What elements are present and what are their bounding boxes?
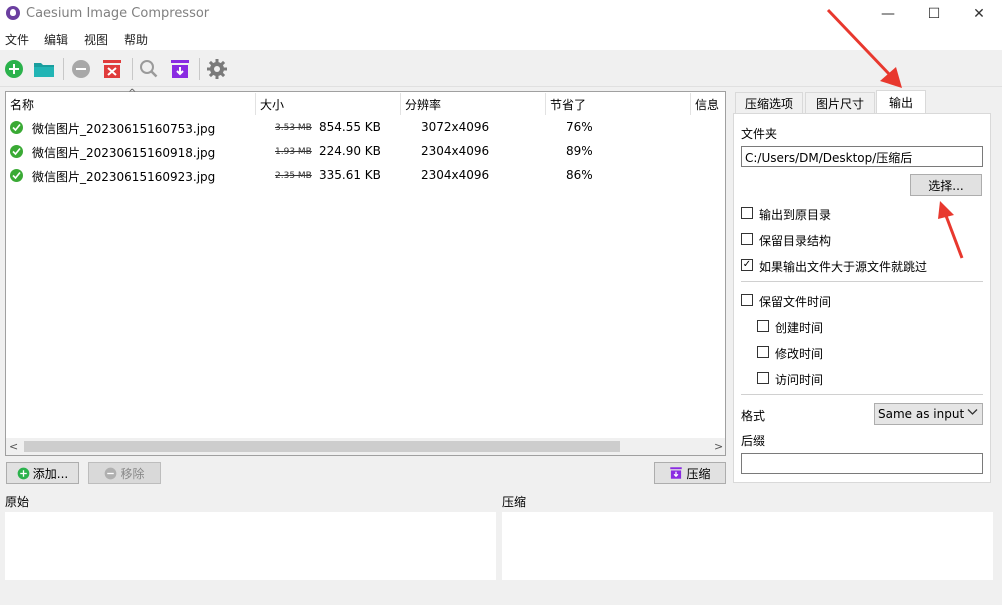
remove-button[interactable]: 移除 <box>88 462 161 484</box>
settings-icon[interactable] <box>205 57 229 81</box>
modified-date-label: 修改时间 <box>775 347 824 361</box>
resolution: 2304x4096 <box>421 144 490 158</box>
original-size: 2.35 MB <box>275 171 312 181</box>
original-preview <box>5 512 496 580</box>
skip-larger-label: 如果输出文件大于源文件就跳过 <box>759 260 928 274</box>
file-name: 微信图片_20230615160918.jpg <box>32 146 216 160</box>
tab-image-size[interactable]: 图片尺寸 <box>805 92 875 113</box>
column-header-size[interactable]: 大小 <box>260 96 284 113</box>
format-select-value: Same as input <box>878 407 965 421</box>
check-mark-icon: ✓ <box>742 259 752 270</box>
suffix-field[interactable] <box>741 453 983 474</box>
remove-button-label: 移除 <box>120 466 145 481</box>
compress-icon[interactable] <box>168 57 192 81</box>
toolbar-separator <box>199 58 200 80</box>
menu-help[interactable]: 帮助 <box>124 31 148 48</box>
annotation-arrow-to-choose-button <box>938 201 964 259</box>
suffix-label: 后缀 <box>741 434 766 448</box>
keep-structure-label: 保留目录结构 <box>759 234 832 248</box>
scroll-left-icon[interactable]: < <box>9 440 18 453</box>
success-check-icon <box>10 145 23 158</box>
compress-icon <box>670 467 683 479</box>
tab-compression-options[interactable]: 压缩选项 <box>735 92 803 113</box>
saved-percent: 76% <box>566 120 593 134</box>
column-header-info[interactable]: 信息 <box>695 96 719 113</box>
column-separator <box>545 93 546 115</box>
maximize-button[interactable]: ☐ <box>911 0 957 28</box>
skip-larger-checkbox[interactable]: ✓ <box>741 259 753 271</box>
success-check-icon <box>10 169 23 182</box>
keep-structure-checkbox[interactable] <box>741 233 753 245</box>
close-button[interactable]: ✕ <box>956 0 1002 28</box>
column-separator <box>690 93 691 115</box>
output-folder-field[interactable]: C:/Users/DM/Desktop/压缩后 <box>741 146 983 167</box>
saved-percent: 89% <box>566 144 593 158</box>
folder-icon[interactable] <box>32 57 56 81</box>
compressed-size: 224.90 KB <box>319 144 381 158</box>
column-header-saved[interactable]: 节省了 <box>550 96 586 113</box>
column-header-name[interactable]: 名称 <box>10 96 34 113</box>
annotation-arrow-to-output-tab <box>826 8 902 88</box>
menu-file[interactable]: 文件 <box>5 31 29 48</box>
format-label: 格式 <box>741 409 766 423</box>
divider <box>741 281 983 282</box>
original-preview-label: 原始 <box>5 495 30 509</box>
original-size: 1.93 MB <box>275 147 312 157</box>
scrollbar-thumb[interactable] <box>24 441 620 452</box>
folder-label: 文件夹 <box>741 127 778 141</box>
access-date-checkbox[interactable] <box>757 372 769 384</box>
add-icon <box>17 467 30 479</box>
original-size: 3.53 MB <box>275 123 312 133</box>
creation-date-checkbox[interactable] <box>757 320 769 332</box>
sort-indicator-icon: ^ <box>128 88 137 99</box>
keep-dates-checkbox[interactable] <box>741 294 753 306</box>
remove-icon[interactable] <box>69 57 93 81</box>
remove-icon <box>105 467 117 479</box>
column-header-resolution[interactable]: 分辨率 <box>405 96 441 113</box>
access-date-label: 访问时间 <box>775 373 824 387</box>
success-check-icon <box>10 121 23 134</box>
add-button-label: 添加... <box>32 466 69 481</box>
scroll-right-icon[interactable]: > <box>714 440 723 453</box>
resolution: 3072x4096 <box>421 120 490 134</box>
modified-date-checkbox[interactable] <box>757 346 769 358</box>
window-title: Caesium Image Compressor <box>26 6 210 21</box>
toolbar-separator <box>132 58 133 80</box>
compressed-size: 854.55 KB <box>319 120 381 134</box>
search-icon[interactable] <box>137 57 161 81</box>
menu-view[interactable]: 视图 <box>84 31 108 48</box>
compressed-preview-label: 压缩 <box>502 495 527 509</box>
compressed-preview <box>502 512 993 580</box>
file-name: 微信图片_20230615160923.jpg <box>32 170 216 184</box>
output-to-source-label: 输出到原目录 <box>759 208 832 222</box>
add-icon[interactable] <box>2 57 26 81</box>
clear-list-icon[interactable] <box>100 57 124 81</box>
resolution: 2304x4096 <box>421 168 490 182</box>
choose-folder-button[interactable]: 选择... <box>910 174 982 196</box>
keep-dates-label: 保留文件时间 <box>759 295 832 309</box>
chevron-down-icon <box>967 406 978 420</box>
menu-edit[interactable]: 编辑 <box>44 31 68 48</box>
toolbar-separator <box>63 58 64 80</box>
column-separator <box>255 93 256 115</box>
divider <box>741 394 983 395</box>
add-button[interactable]: 添加... <box>6 462 79 484</box>
column-separator <box>400 93 401 115</box>
compress-button-label: 压缩 <box>686 466 711 481</box>
output-to-source-checkbox[interactable] <box>741 207 753 219</box>
compress-button[interactable]: 压缩 <box>654 462 726 484</box>
app-logo-icon <box>6 6 20 20</box>
file-name: 微信图片_20230615160753.jpg <box>32 122 216 136</box>
saved-percent: 86% <box>566 168 593 182</box>
creation-date-label: 创建时间 <box>775 321 824 335</box>
compressed-size: 335.61 KB <box>319 168 381 182</box>
